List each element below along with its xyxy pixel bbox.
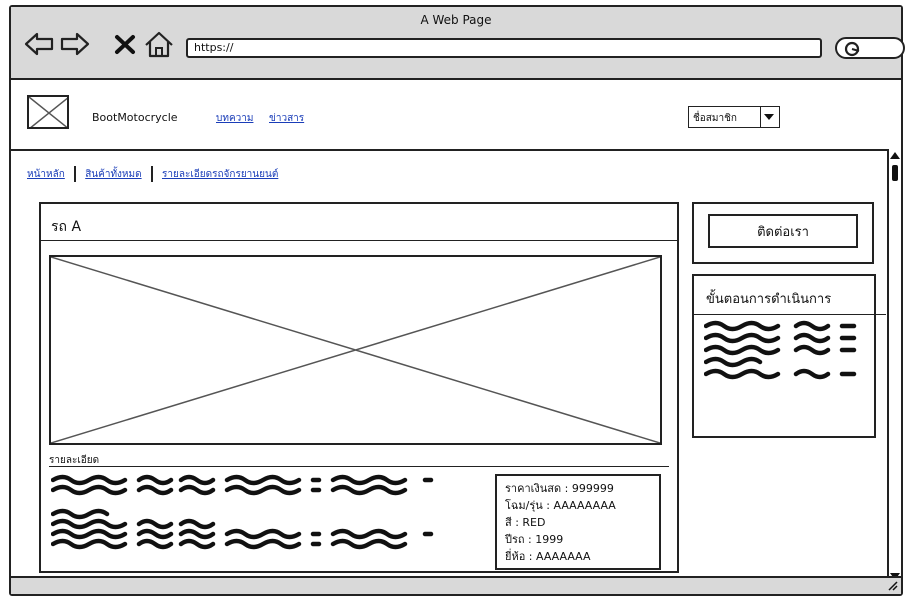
chevron-down-icon[interactable] xyxy=(760,107,779,127)
breadcrumb-separator xyxy=(150,166,153,182)
scroll-up-icon[interactable] xyxy=(889,149,901,161)
brand-name: BootMotocrycle xyxy=(92,111,178,124)
status-bar xyxy=(11,576,901,594)
browser-toolbar: A Web Page https:// xyxy=(11,7,905,80)
site-header: BootMotocrycle บทความ ข่าวสาร ชื่อสมาชิก xyxy=(11,80,901,151)
search-icon xyxy=(844,41,860,57)
process-steps-panel: ขั้นตอนการดำเนินการ xyxy=(692,274,886,438)
spec-color: สี : RED xyxy=(505,516,546,529)
search-button[interactable] xyxy=(835,37,905,59)
nav-link-articles[interactable]: บทความ xyxy=(216,111,253,126)
breadcrumb-motorcycle-detail[interactable]: รายละเอียดรถจักรยานยนต์ xyxy=(162,169,278,180)
contact-panel: ติดต่อเรา xyxy=(692,202,874,264)
divider xyxy=(41,240,677,241)
spec-price: ราคาเงินสด : 999999 xyxy=(505,482,614,495)
breadcrumb-separator xyxy=(74,166,77,182)
logo-image xyxy=(27,95,69,129)
nav-link-news[interactable]: ข่าวสาร xyxy=(269,111,304,126)
divider xyxy=(49,466,669,467)
spec-year: ปีรถ : 1999 xyxy=(505,533,564,546)
placeholder-text xyxy=(704,320,857,380)
browser-window: A Web Page https:// BootMotocrycle บทควา… xyxy=(9,5,905,596)
breadcrumb-all-products[interactable]: สินค้าทั้งหมด xyxy=(85,169,141,180)
url-input[interactable]: https:// xyxy=(186,38,822,58)
spec-model: โฉม/รุ่น : AAAAAAAA xyxy=(505,499,616,512)
scroll-thumb[interactable] xyxy=(892,165,898,181)
breadcrumb: หน้าหลัก สินค้าทั้งหมด รายละเอียดรถจักรย… xyxy=(27,166,278,182)
forward-icon[interactable] xyxy=(59,29,91,59)
product-title: รถ A xyxy=(51,219,82,235)
vertical-scrollbar[interactable] xyxy=(887,149,901,582)
close-icon[interactable] xyxy=(114,29,136,59)
member-select-label: ชื่อสมาชิก xyxy=(693,113,737,124)
resize-handle-icon[interactable] xyxy=(885,578,899,592)
back-icon[interactable] xyxy=(23,29,55,59)
placeholder-text xyxy=(51,474,434,550)
member-select[interactable]: ชื่อสมาชิก xyxy=(688,106,780,128)
divider xyxy=(694,314,886,315)
product-panel: รถ A รายละเอียด ราคาเงินสด : 999999 โฉม/… xyxy=(39,202,679,573)
spec-brand: ยี่ห้อ : AAAAAAA xyxy=(505,550,591,563)
spec-box: ราคาเงินสด : 999999 โฉม/รุ่น : AAAAAAAA … xyxy=(495,474,661,570)
window-title: A Web Page xyxy=(420,13,492,27)
home-icon[interactable] xyxy=(143,29,175,59)
breadcrumb-home[interactable]: หน้าหลัก xyxy=(27,169,65,180)
steps-title: ขั้นตอนการดำเนินการ xyxy=(706,292,832,307)
contact-button[interactable]: ติดต่อเรา xyxy=(708,214,858,248)
product-image xyxy=(49,255,662,445)
